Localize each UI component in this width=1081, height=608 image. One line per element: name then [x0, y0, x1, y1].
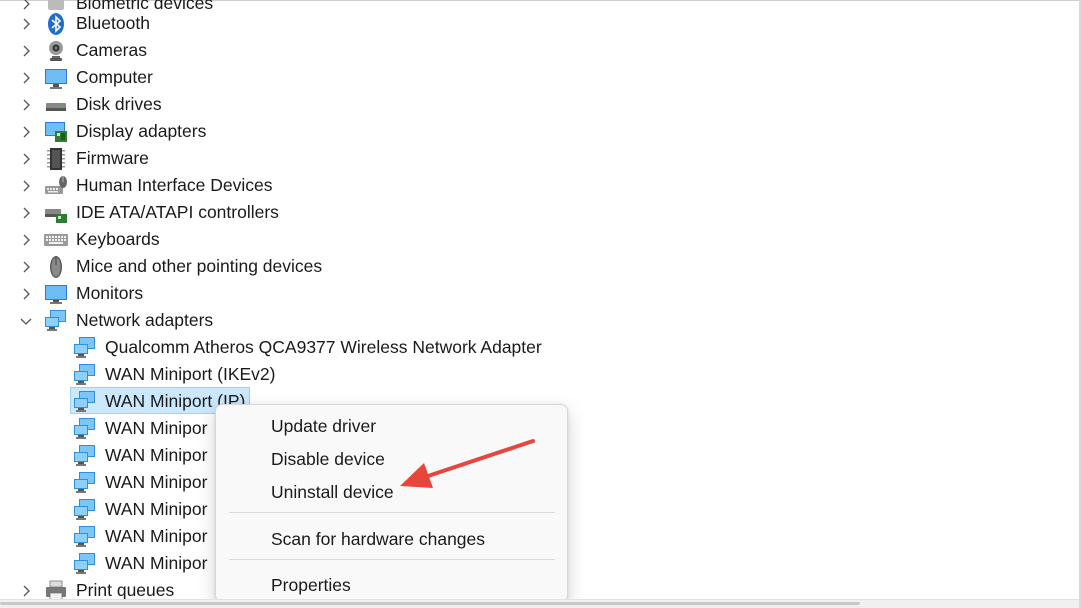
network-adapter-icon [74, 445, 95, 466]
tree-item-network-child[interactable]: Qualcomm Atheros QCA9377 Wireless Networ… [0, 334, 600, 361]
tree-item-ide-controllers[interactable]: IDE ATA/ATAPI controllers [0, 199, 600, 226]
disk-drive-icon [46, 103, 66, 111]
tree-item-firmware[interactable]: Firmware [0, 145, 600, 172]
chevron-right-icon[interactable] [19, 206, 33, 220]
chevron-right-icon[interactable] [19, 71, 33, 85]
tree-item-mice[interactable]: Mice and other pointing devices [0, 253, 600, 280]
context-menu: Update driver Disable device Uninstall d… [215, 404, 568, 602]
camera-icon [49, 41, 63, 61]
ide-controller-icon [45, 209, 67, 223]
tree-item-label: Computer [76, 67, 153, 87]
tree-item-keyboards[interactable]: Keyboards [0, 226, 600, 253]
tree-item-label: WAN Minipor [105, 499, 208, 519]
tree-item-network-child[interactable]: WAN Miniport (IKEv2) [0, 361, 600, 388]
menu-item-scan-hardware[interactable]: Scan for hardware changes [216, 523, 567, 555]
menu-item-properties[interactable]: Properties [216, 569, 567, 601]
tree-item-label: IDE ATA/ATAPI controllers [76, 202, 279, 222]
menu-item-label: Disable device [271, 449, 385, 469]
network-adapter-icon [74, 526, 95, 547]
tree-item-human-interface-devices[interactable]: Human Interface Devices [0, 172, 600, 199]
keyboard-icon [44, 234, 68, 246]
chevron-right-icon[interactable] [19, 44, 33, 58]
chevron-right-icon[interactable] [19, 125, 33, 139]
network-adapter-icon [74, 418, 95, 439]
tree-item-label: WAN Minipor [105, 418, 208, 438]
menu-item-uninstall-device[interactable]: Uninstall device [216, 476, 567, 508]
tree-item-label: Disk drives [76, 94, 162, 114]
tree-item-label: Network adapters [76, 310, 214, 330]
menu-item-label: Update driver [271, 416, 377, 436]
menu-item-label: Uninstall device [271, 482, 394, 502]
tree-item-label: Bluetooth [76, 13, 150, 33]
tree-item-display-adapters[interactable]: Display adapters [0, 118, 600, 145]
firmware-icon [47, 148, 65, 170]
tree-item-cameras[interactable]: Cameras [0, 37, 600, 64]
network-adapter-icon [74, 553, 95, 574]
chevron-down-icon[interactable] [19, 314, 33, 328]
chevron-right-icon[interactable] [19, 584, 33, 598]
chevron-right-icon[interactable] [19, 152, 33, 166]
tree-item-label: Qualcomm Atheros QCA9377 Wireless Networ… [105, 337, 542, 357]
tree-item-label: Cameras [76, 40, 147, 60]
menu-separator [229, 559, 555, 560]
menu-item-disable-device[interactable]: Disable device [216, 443, 567, 475]
network-adapter-icon [74, 391, 95, 412]
chevron-right-icon[interactable] [19, 287, 33, 301]
scrollbar-thumb[interactable] [0, 602, 860, 605]
chevron-right-icon[interactable] [19, 17, 33, 31]
monitor-icon [45, 285, 67, 304]
tree-item-label: Print queues [76, 580, 175, 600]
tree-item-label: WAN Minipor [105, 553, 208, 573]
tree-item-label: WAN Minipor [105, 526, 208, 546]
tree-item-label: Firmware [76, 148, 149, 168]
menu-item-update-driver[interactable]: Update driver [216, 410, 567, 442]
tree-item-label: Keyboards [76, 229, 160, 249]
bluetooth-icon [48, 13, 64, 35]
mouse-icon [50, 256, 62, 278]
tree-item-bluetooth[interactable]: Bluetooth [0, 10, 600, 37]
tree-item-label: Display adapters [76, 121, 207, 141]
network-adapter-icon [74, 337, 95, 358]
tree-item-label: Mice and other pointing devices [76, 256, 323, 276]
tree-item-monitors[interactable]: Monitors [0, 280, 600, 307]
tree-item-label: Monitors [76, 283, 144, 303]
network-adapter-icon [74, 472, 95, 493]
network-adapter-icon [74, 364, 95, 385]
menu-item-label: Scan for hardware changes [271, 529, 486, 549]
hid-icon [45, 176, 67, 194]
tree-item-label: WAN Minipor [105, 445, 208, 465]
network-adapter-icon [74, 499, 95, 520]
chevron-right-icon[interactable] [19, 179, 33, 193]
tree-item-computer[interactable]: Computer [0, 64, 600, 91]
menu-item-label: Properties [271, 575, 351, 595]
horizontal-scrollbar[interactable] [0, 599, 1081, 608]
display-adapter-icon [45, 122, 67, 142]
chevron-right-icon[interactable] [19, 98, 33, 112]
tree-item-disk-drives[interactable]: Disk drives [0, 91, 600, 118]
chevron-right-icon[interactable] [19, 260, 33, 274]
tree-item-label: WAN Minipor [105, 472, 208, 492]
computer-icon [45, 69, 67, 89]
chevron-right-icon[interactable] [19, 233, 33, 247]
tree-item-label: Human Interface Devices [76, 175, 273, 195]
menu-separator [229, 512, 555, 513]
tree-item-network-adapters[interactable]: Network adapters [0, 307, 600, 334]
tree-item-label: WAN Miniport (IKEv2) [105, 364, 276, 384]
network-adapter-icon [45, 310, 66, 331]
